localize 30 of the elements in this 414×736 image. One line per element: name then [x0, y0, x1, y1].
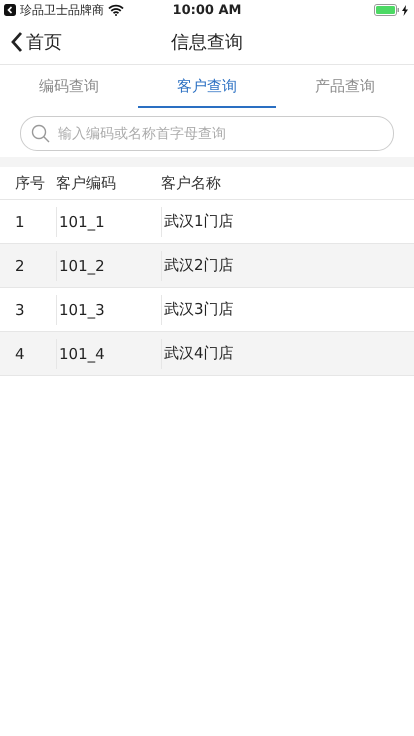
tab[interactable]: 产品查询	[276, 65, 414, 108]
tab[interactable]: 编码查询	[0, 65, 138, 108]
charging-icon	[402, 4, 408, 16]
table-cell: 武汉3门店	[161, 294, 414, 324]
clock-time: 10:00 AM	[172, 2, 242, 18]
table-cell: 武汉4门店	[161, 338, 414, 368]
wifi-icon	[108, 4, 124, 16]
page-title: 信息查询	[171, 32, 243, 53]
battery-icon	[374, 4, 400, 16]
search-input[interactable]: 输入编码或名称首字母查询	[56, 124, 383, 142]
table-cell: 武汉1门店	[161, 206, 414, 236]
table-cell-text: 4	[14, 344, 26, 364]
table-cell: 101_1	[56, 206, 161, 236]
back-app-icon[interactable]	[4, 4, 16, 16]
table-cell: 101_2	[56, 250, 161, 280]
chevron-left-icon	[10, 31, 24, 53]
column-header: 序号	[14, 174, 46, 192]
table-cell-text: 3	[14, 300, 26, 320]
table-cell-text: 1	[14, 212, 26, 232]
table-cell: 101_3	[56, 294, 161, 324]
table-cell-text: 2	[14, 256, 26, 276]
tab[interactable]: 客户查询	[138, 65, 276, 108]
search-icon	[31, 124, 50, 143]
column-header: 客户名称	[161, 174, 222, 192]
back-button[interactable]: 首页	[0, 29, 68, 55]
search-field[interactable]: 输入编码或名称首字母查询	[20, 116, 394, 151]
column-header: 客户编码	[56, 174, 117, 192]
back-app-label[interactable]: 珍品卫士品牌商	[20, 2, 104, 18]
table-cell: 武汉2门店	[161, 250, 414, 280]
table-cell: 101_4	[56, 338, 161, 368]
